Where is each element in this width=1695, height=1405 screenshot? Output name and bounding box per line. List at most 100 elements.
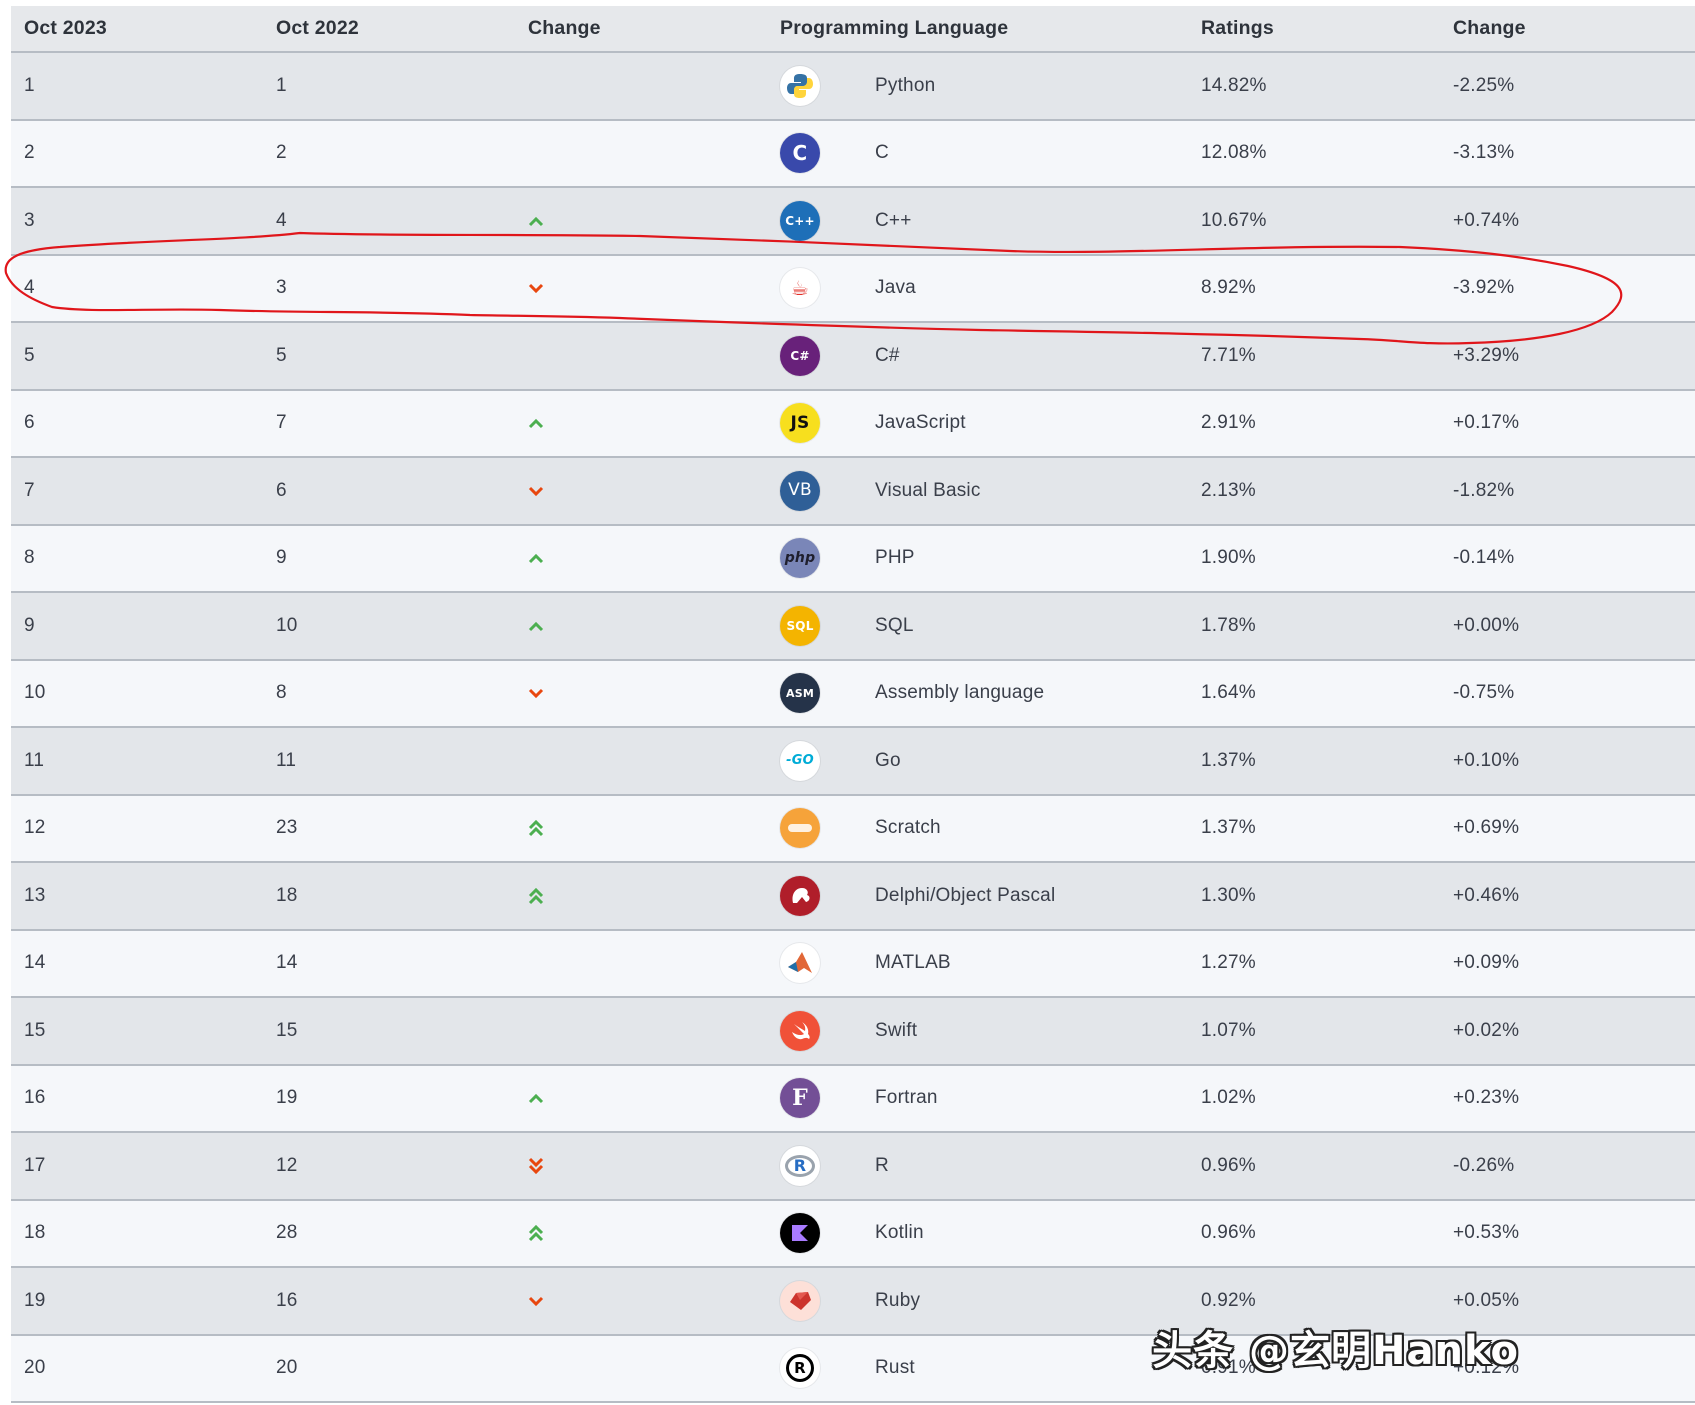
trend-up-icon (528, 796, 544, 862)
language-logo: php (780, 526, 820, 592)
rank-oct-2022: 9 (276, 547, 287, 569)
language-logo (780, 863, 820, 929)
rank-oct-2022: 7 (276, 412, 287, 434)
c-icon: C (780, 133, 820, 174)
table-row: 8 9 php PHP 1.90% -0.14% (11, 525, 1695, 593)
rating-value: 8.92% (1201, 277, 1256, 299)
rank-oct-2022: 11 (276, 749, 297, 771)
language-logo: -GO (780, 728, 820, 794)
rank-oct-2022: 28 (276, 1222, 298, 1244)
language-logo: C++ (780, 188, 820, 254)
scratch-icon (780, 808, 820, 849)
rank-oct-2022: 1 (276, 74, 287, 96)
rank-oct-2023: 20 (24, 1357, 46, 1379)
rank-oct-2023: 7 (24, 479, 35, 501)
language-name: SQL (875, 614, 914, 636)
rank-oct-2022: 19 (276, 1087, 298, 1109)
rank-oct-2022: 18 (276, 884, 298, 906)
table-row: 14 14 MATLAB 1.27% +0.09% (11, 930, 1695, 998)
python-icon (780, 65, 820, 106)
rank-oct-2023: 16 (24, 1087, 46, 1109)
csharp-icon: C# (780, 335, 820, 376)
rank-oct-2023: 1 (24, 74, 35, 96)
trend-down-icon (528, 458, 544, 524)
table-header: Oct 2023 Oct 2022 Change Programming Lan… (11, 6, 1695, 53)
sql-icon: SQL (780, 605, 820, 646)
rating-change: +0.02% (1453, 1019, 1520, 1041)
cpp-icon: C++ (780, 200, 820, 241)
rating-value: 1.64% (1201, 682, 1256, 704)
rank-oct-2023: 11 (24, 749, 45, 771)
rating-change: +0.69% (1453, 817, 1520, 839)
table-row: 9 10 SQL SQL 1.78% +0.00% (11, 593, 1695, 661)
trend-up-icon (528, 593, 544, 659)
header-programming-language: Programming Language (780, 17, 1009, 39)
table-row: 15 15 Swift 1.07% +0.02% (11, 998, 1695, 1066)
table-row: 17 12 R R 0.96% -0.26% (11, 1133, 1695, 1201)
rating-value: 0.96% (1201, 1222, 1256, 1244)
rank-oct-2023: 13 (24, 884, 46, 906)
rating-change: -0.75% (1453, 682, 1515, 704)
table-row: 13 18 Delphi/Object Pascal 1.30% +0.46% (11, 863, 1695, 931)
language-name: C (875, 142, 889, 164)
rank-oct-2023: 4 (24, 277, 35, 299)
language-logo: VB (780, 458, 820, 524)
matlab-icon (780, 943, 820, 984)
trend-down-icon (528, 256, 544, 322)
rating-value: 1.37% (1201, 817, 1256, 839)
language-name: Swift (875, 1019, 918, 1041)
rating-value: 1.37% (1201, 749, 1256, 771)
language-logo (780, 931, 820, 997)
rating-change: -3.92% (1453, 277, 1515, 299)
language-name: MATLAB (875, 952, 951, 974)
php-icon: php (780, 538, 820, 579)
rating-value: 1.30% (1201, 884, 1256, 906)
rank-oct-2022: 20 (276, 1357, 298, 1379)
tiobe-ranking-table: Oct 2023 Oct 2022 Change Programming Lan… (11, 6, 1695, 1403)
rank-oct-2023: 8 (24, 547, 35, 569)
rating-value: 2.91% (1201, 412, 1256, 434)
rating-change: -1.82% (1453, 479, 1515, 501)
language-logo (780, 796, 820, 862)
rank-oct-2023: 14 (24, 952, 46, 974)
watermark: 头条 @玄明Hanko (1152, 1328, 1519, 1374)
language-logo: F (780, 1066, 820, 1132)
trend-up-icon (528, 863, 544, 929)
trend-down-icon (528, 661, 544, 727)
rating-value: 1.78% (1201, 614, 1256, 636)
rank-oct-2022: 4 (276, 209, 287, 231)
language-name: PHP (875, 547, 915, 569)
rating-value: 2.13% (1201, 479, 1256, 501)
language-logo (780, 1268, 820, 1334)
table-row: 16 19 F Fortran 1.02% +0.23% (11, 1065, 1695, 1133)
language-logo: SQL (780, 593, 820, 659)
fortran-icon: F (780, 1078, 820, 1119)
language-name: Kotlin (875, 1222, 924, 1244)
language-name: Ruby (875, 1289, 921, 1311)
java-icon: ☕ (780, 268, 820, 309)
rating-change: +0.10% (1453, 749, 1520, 771)
rust-icon: R (780, 1348, 820, 1389)
table-row: 18 28 Kotlin 0.96% +0.53% (11, 1200, 1695, 1268)
kotlin-icon (780, 1213, 820, 1254)
language-name: JavaScript (875, 412, 966, 434)
header-ratings: Ratings (1201, 17, 1274, 39)
rating-change: -3.13% (1453, 142, 1515, 164)
rating-value: 12.08% (1201, 142, 1267, 164)
trend-up-icon (528, 1066, 544, 1132)
rank-oct-2022: 8 (276, 682, 287, 704)
rank-oct-2023: 9 (24, 614, 35, 636)
rating-change: +0.09% (1453, 952, 1520, 974)
rank-oct-2023: 12 (24, 817, 46, 839)
header-change-percent: Change (1453, 17, 1526, 39)
rank-oct-2022: 12 (276, 1154, 298, 1176)
rank-oct-2022: 14 (276, 952, 298, 974)
language-name: Visual Basic (875, 479, 981, 501)
rank-oct-2022: 10 (276, 614, 298, 636)
rank-oct-2022: 5 (276, 344, 287, 366)
header-oct-2023: Oct 2023 (24, 17, 107, 39)
rating-value: 10.67% (1201, 209, 1267, 231)
table-row: 2 2 C C 12.08% -3.13% (11, 120, 1695, 188)
trend-down-icon (528, 1268, 544, 1334)
rank-oct-2022: 6 (276, 479, 287, 501)
